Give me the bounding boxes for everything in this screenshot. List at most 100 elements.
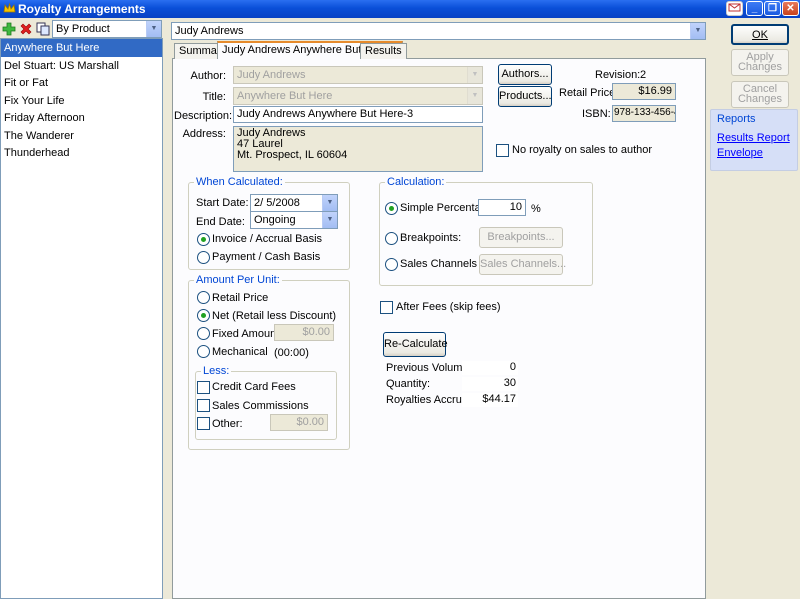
other-input[interactable]: $0.00 <box>270 414 328 431</box>
envelope-link[interactable]: Envelope <box>717 147 763 159</box>
list-item[interactable]: Fix Your Life <box>1 92 162 110</box>
sales-commissions-checkbox[interactable] <box>197 399 210 412</box>
breakpoints-radio[interactable] <box>385 232 398 245</box>
breakpoints-button[interactable]: Breakpoints... <box>479 227 563 248</box>
chevron-down-icon[interactable]: ▼ <box>146 21 161 37</box>
credit-card-label: Credit Card Fees <box>212 381 296 393</box>
list-item[interactable]: Anywhere But Here <box>1 39 162 57</box>
authors-button[interactable]: Authors... <box>498 64 552 85</box>
revision-label: Revision: <box>595 69 641 81</box>
author-label: Author: <box>190 70 226 82</box>
when-calculated-title: When Calculated: <box>194 176 285 188</box>
no-royalty-checkbox[interactable] <box>496 144 509 157</box>
chevron-down-icon: ▼ <box>467 67 482 83</box>
after-fees-label: After Fees (skip fees) <box>396 301 501 313</box>
sales-commissions-label: Sales Commissions <box>212 400 309 412</box>
other-checkbox[interactable] <box>197 417 210 430</box>
list-item[interactable]: Fit or Fat <box>1 74 162 92</box>
fixed-amount-radio[interactable] <box>197 327 210 340</box>
end-date-label: End Date: <box>196 216 245 228</box>
delete-icon[interactable] <box>19 22 33 36</box>
address-label: Address: <box>182 128 226 140</box>
mechanical-value: (00:00) <box>274 347 309 359</box>
arrangement-select-value: Judy Andrews <box>175 25 244 37</box>
payment-basis-radio[interactable] <box>197 251 210 264</box>
add-icon[interactable] <box>2 22 16 36</box>
apply-changes-line2: Changes <box>737 61 783 73</box>
sales-channels-radio[interactable] <box>385 258 398 271</box>
results-report-link[interactable]: Results Report <box>717 132 790 144</box>
start-date-label: Start Date: <box>196 197 249 209</box>
mechanical-radio[interactable] <box>197 345 210 358</box>
isbn-field: 978-133-456-45 <box>612 105 676 122</box>
start-date-value: 2/ 5/2008 <box>254 197 300 209</box>
retail-price-label: Retail Price: <box>559 87 619 99</box>
close-button[interactable]: ✕ <box>782 1 799 16</box>
after-fees-checkbox[interactable] <box>380 301 393 314</box>
breakpoints-label: Breakpoints: <box>400 232 462 244</box>
description-label: Description: <box>174 110 233 122</box>
reports-panel: Reports Results Report Envelope <box>710 109 798 171</box>
chevron-down-icon[interactable]: ▼ <box>690 23 705 39</box>
mail-icon[interactable] <box>726 1 743 16</box>
address-box[interactable]: Judy Andrews 47 Laurel Mt. Prospect, IL … <box>233 126 483 172</box>
list-item[interactable]: Thunderhead <box>1 144 162 162</box>
filter-select-value: By Product <box>56 23 110 35</box>
maximize-button[interactable]: ❐ <box>764 1 781 16</box>
credit-card-checkbox[interactable] <box>197 381 210 394</box>
window-title: Royalty Arrangements <box>18 2 146 16</box>
end-date-select[interactable]: Ongoing ▼ <box>250 211 338 229</box>
sales-channels-button[interactable]: Sales Channels... <box>479 254 566 275</box>
minimize-button[interactable]: _ <box>746 1 763 16</box>
title-bar: Royalty Arrangements _ ❐ ✕ <box>0 0 800 18</box>
sales-channels-label: Sales Channels <box>400 258 478 270</box>
royalties-accrued-value: $44.17 <box>462 393 518 407</box>
list-item[interactable]: Friday Afternoon <box>1 109 162 127</box>
cancel-changes-button[interactable]: Cancel Changes <box>731 81 789 108</box>
copy-icon[interactable] <box>36 22 50 36</box>
simple-percentage-radio[interactable] <box>385 202 398 215</box>
payment-basis-label: Payment / Cash Basis <box>212 251 321 263</box>
net-radio[interactable] <box>197 309 210 322</box>
apply-changes-button[interactable]: Apply Changes <box>731 49 789 76</box>
address-line: Mt. Prospect, IL 60604 <box>237 149 348 161</box>
retail-price-radio[interactable] <box>197 291 210 304</box>
previous-volume-value: 0 <box>462 361 518 375</box>
less-title: Less: <box>201 365 232 377</box>
left-toolbar: By Product ▼ <box>0 19 163 39</box>
start-date-picker[interactable]: 2/ 5/2008 ▼ <box>250 194 338 212</box>
retail-price-field: $16.99 <box>612 83 676 100</box>
title-select[interactable]: Anywhere But Here ▼ <box>233 87 483 105</box>
quantity-value: 30 <box>462 377 518 391</box>
list-item[interactable]: The Wanderer <box>1 127 162 145</box>
cancel-changes-line2: Changes <box>737 93 783 105</box>
reports-title: Reports <box>717 113 756 125</box>
no-royalty-label: No royalty on sales to author <box>512 144 653 156</box>
filter-select[interactable]: By Product ▼ <box>52 20 162 38</box>
recalculate-button[interactable]: Re-Calculate <box>383 332 448 357</box>
arrangement-select[interactable]: Judy Andrews ▼ <box>171 22 706 40</box>
list-item[interactable]: Del Stuart: US Marshall <box>1 57 162 75</box>
invoice-basis-radio[interactable] <box>197 233 210 246</box>
products-button[interactable]: Products... <box>498 86 552 107</box>
fixed-amount-input[interactable]: $0.00 <box>274 324 334 341</box>
simple-percentage-input[interactable]: 10 <box>478 199 526 216</box>
revision-value: 2 <box>640 69 647 81</box>
description-input[interactable]: Judy Andrews Anywhere But Here-3 <box>233 106 483 123</box>
ok-button[interactable]: OK <box>731 24 789 45</box>
author-select-value: Judy Andrews <box>237 69 306 81</box>
other-label: Other: <box>212 418 243 430</box>
author-select[interactable]: Judy Andrews ▼ <box>233 66 483 84</box>
end-date-value: Ongoing <box>254 214 296 226</box>
title-select-value: Anywhere But Here <box>237 90 333 102</box>
invoice-basis-label: Invoice / Accrual Basis <box>212 233 323 245</box>
net-option-label: Net (Retail less Discount) <box>212 310 337 322</box>
product-list[interactable]: Anywhere But Here Del Stuart: US Marshal… <box>0 38 163 599</box>
fixed-amount-label: Fixed Amount: <box>212 328 283 340</box>
crown-icon <box>3 2 16 13</box>
chevron-down-icon[interactable]: ▼ <box>322 195 337 211</box>
chevron-down-icon[interactable]: ▼ <box>322 212 337 228</box>
tab-results[interactable]: Results <box>360 43 407 59</box>
quantity-label: Quantity: <box>386 378 431 390</box>
retail-price-option-label: Retail Price <box>212 292 269 304</box>
